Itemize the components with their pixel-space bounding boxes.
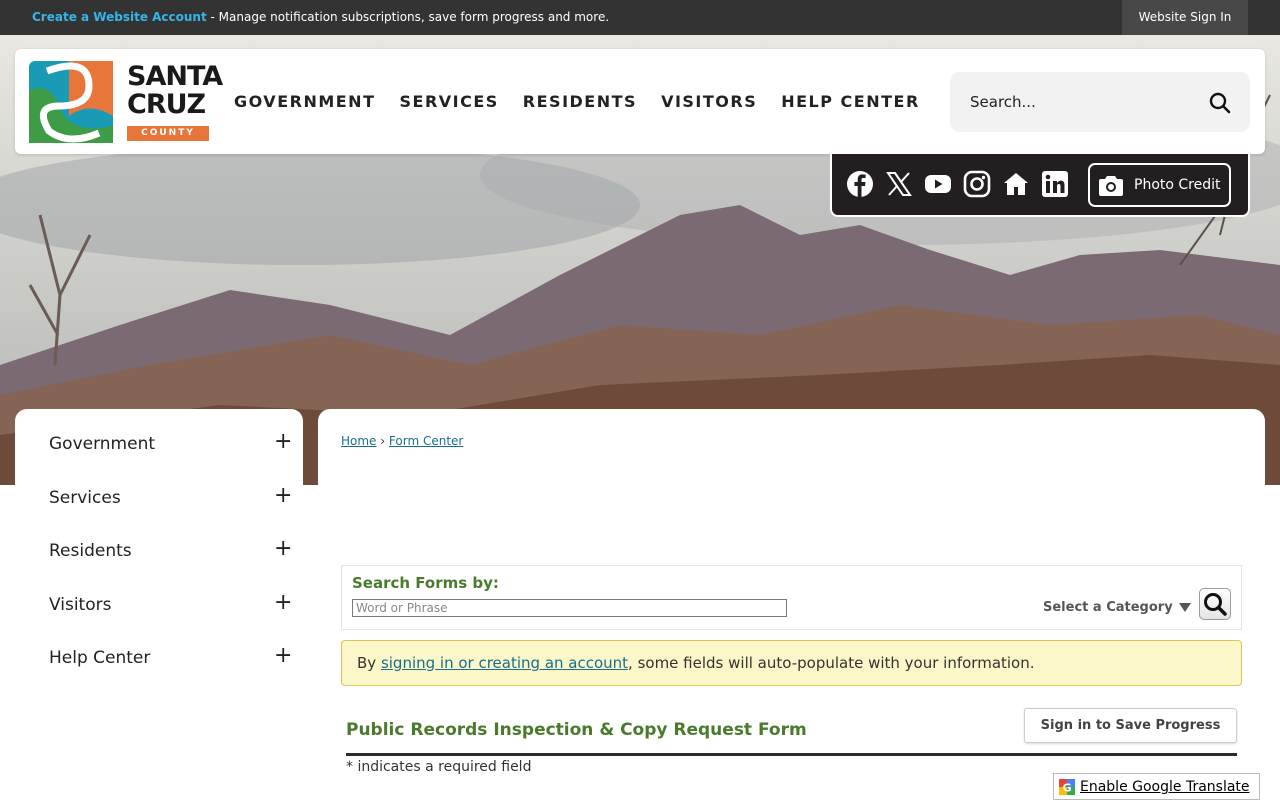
google-translate-button[interactable]: G Enable Google Translate bbox=[1053, 773, 1260, 800]
required-field-note: * indicates a required field bbox=[346, 759, 532, 775]
sidebar-item-label: Residents bbox=[49, 541, 132, 561]
category-select[interactable]: Select a Category bbox=[1043, 600, 1191, 615]
nav-visitors[interactable]: VISITORS bbox=[661, 92, 757, 111]
nextdoor-icon[interactable] bbox=[1002, 170, 1030, 198]
nav-residents[interactable]: RESIDENTS bbox=[523, 92, 637, 111]
photo-credit-button[interactable]: Photo Credit bbox=[1088, 163, 1231, 207]
svg-text:G: G bbox=[1062, 782, 1071, 795]
sidebar-item-label: Services bbox=[49, 488, 121, 508]
breadcrumb-separator: › bbox=[380, 434, 386, 448]
logo-county-label: COUNTY bbox=[127, 126, 209, 141]
search-forms-button[interactable] bbox=[1199, 588, 1231, 620]
sidebar-item-services[interactable]: Services + bbox=[15, 472, 303, 522]
form-title-divider bbox=[346, 753, 1237, 756]
logo-text: SANTA CRUZ bbox=[127, 61, 223, 120]
nav-help-center[interactable]: HELP CENTER bbox=[781, 92, 920, 111]
form-title: Public Records Inspection & Copy Request… bbox=[346, 720, 807, 740]
camera-icon bbox=[1099, 176, 1123, 196]
notice-prefix: By bbox=[357, 654, 381, 672]
auto-populate-notice: By signing in or creating an account, so… bbox=[341, 640, 1242, 686]
sign-in-link[interactable]: signing in or creating an account bbox=[381, 654, 628, 672]
site-search-input[interactable] bbox=[970, 90, 1190, 114]
search-forms-panel: Search Forms by: Select a Category bbox=[341, 565, 1242, 630]
breadcrumb: Home › Form Center bbox=[341, 434, 463, 448]
x-icon[interactable] bbox=[885, 170, 913, 198]
sidebar-item-help-center[interactable]: Help Center + bbox=[15, 632, 303, 682]
account-message: Create a Website Account - Manage notifi… bbox=[32, 10, 609, 24]
facebook-icon[interactable] bbox=[846, 170, 874, 198]
social-bar: Photo Credit bbox=[830, 154, 1250, 217]
notice-suffix: , some fields will auto-populate with yo… bbox=[628, 654, 1035, 672]
nav-services[interactable]: SERVICES bbox=[399, 92, 498, 111]
search-forms-input[interactable] bbox=[352, 599, 787, 617]
nav-government[interactable]: GOVERNMENT bbox=[234, 92, 375, 111]
sidebar-item-visitors[interactable]: Visitors + bbox=[15, 579, 303, 629]
expand-icon[interactable]: + bbox=[274, 592, 292, 614]
expand-icon[interactable]: + bbox=[274, 431, 292, 453]
main-content: Home › Form Center Search Forms by: Sele… bbox=[318, 409, 1265, 800]
santa-cruz-county-logo[interactable]: SANTA CRUZ COUNTY bbox=[29, 61, 223, 143]
sign-in-to-save-button[interactable]: Sign in to Save Progress bbox=[1024, 708, 1237, 743]
site-header: SANTA CRUZ COUNTY GOVERNMENT SERVICES RES… bbox=[15, 49, 1265, 154]
logo-line-2: CRUZ bbox=[127, 89, 206, 120]
search-icon bbox=[1204, 593, 1227, 616]
sidebar-item-label: Government bbox=[49, 434, 156, 454]
category-select-label: Select a Category bbox=[1043, 600, 1173, 615]
sidebar-item-government[interactable]: Government + bbox=[15, 418, 303, 468]
instagram-icon[interactable] bbox=[963, 170, 991, 198]
notice-text: By signing in or creating an account, so… bbox=[357, 654, 1035, 672]
breadcrumb-form-center[interactable]: Form Center bbox=[389, 434, 463, 448]
site-search bbox=[950, 72, 1250, 132]
breadcrumb-home[interactable]: Home bbox=[341, 434, 376, 448]
google-icon: G bbox=[1059, 779, 1075, 795]
sidebar-item-label: Visitors bbox=[49, 595, 112, 615]
expand-icon[interactable]: + bbox=[274, 485, 292, 507]
search-icon[interactable] bbox=[1208, 91, 1232, 115]
linkedin-icon[interactable] bbox=[1041, 170, 1069, 198]
expand-icon[interactable]: + bbox=[274, 538, 292, 560]
search-forms-title: Search Forms by: bbox=[352, 574, 499, 592]
sidebar-nav: Government + Services + Residents + Visi… bbox=[15, 409, 303, 800]
county-logo-mark-icon bbox=[29, 61, 113, 143]
photo-credit-label: Photo Credit bbox=[1134, 177, 1221, 193]
main-nav: GOVERNMENT SERVICES RESIDENTS VISITORS H… bbox=[234, 92, 944, 111]
expand-icon[interactable]: + bbox=[274, 645, 292, 667]
translate-label: Enable Google Translate bbox=[1080, 779, 1250, 795]
logo-line-1: SANTA bbox=[127, 61, 223, 92]
youtube-icon[interactable] bbox=[924, 170, 952, 198]
top-utility-bar: Create a Website Account - Manage notifi… bbox=[0, 0, 1280, 35]
create-account-link[interactable]: Create a Website Account bbox=[32, 10, 207, 24]
dropdown-arrow-icon bbox=[1178, 603, 1191, 612]
sidebar-item-residents[interactable]: Residents + bbox=[15, 525, 303, 575]
account-message-desc: - Manage notification subscriptions, sav… bbox=[206, 10, 610, 24]
sidebar-item-label: Help Center bbox=[49, 648, 151, 668]
website-sign-in-button[interactable]: Website Sign In bbox=[1122, 0, 1248, 35]
